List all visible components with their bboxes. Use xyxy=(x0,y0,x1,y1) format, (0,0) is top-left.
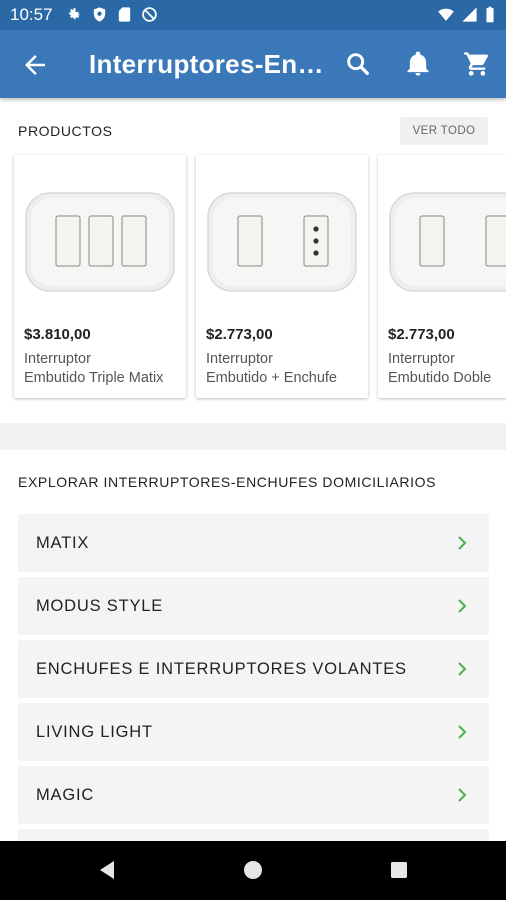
category-label: MODUS STYLE xyxy=(36,597,164,615)
shopping-cart-icon[interactable] xyxy=(463,50,491,78)
chevron-right-icon xyxy=(455,660,469,678)
products-section-title: PRODUCTOS xyxy=(18,123,113,139)
system-navigation-bar xyxy=(0,841,506,900)
chevron-right-icon xyxy=(455,597,469,615)
status-system-icons xyxy=(437,6,496,28)
app-bar: Interruptores-Enchufes Domiciliarios xyxy=(0,30,506,98)
product-name: Interruptor Embutido Triple Matix xyxy=(24,350,179,388)
product-name: Interruptor Embutido Doble xyxy=(388,350,506,388)
nav-home-icon[interactable] xyxy=(242,859,264,881)
back-arrow-icon[interactable] xyxy=(20,50,50,80)
product-name: Interruptor Embutido + Enchufe xyxy=(206,350,361,388)
product-name-line: Embutido + Enchufe xyxy=(206,370,337,386)
category-label: ENCHUFES E INTERRUPTORES VOLANTES xyxy=(36,660,407,678)
category-item-enchufes-volantes[interactable]: ENCHUFES E INTERRUPTORES VOLANTES xyxy=(18,640,489,698)
search-icon[interactable] xyxy=(344,50,372,78)
product-price: $2.773,00 xyxy=(388,326,455,343)
product-image xyxy=(378,155,506,315)
settings-icon xyxy=(66,6,83,23)
category-item-modus-style[interactable]: MODUS STYLE xyxy=(18,577,489,635)
product-name-line: Embutido Triple Matix xyxy=(24,370,164,386)
signal-icon xyxy=(461,6,478,28)
product-image xyxy=(196,155,368,315)
nav-recents-icon[interactable] xyxy=(388,859,410,881)
notifications-bell-icon[interactable] xyxy=(404,50,432,78)
product-card[interactable]: $2.773,00 Interruptor Embutido + Enchufe xyxy=(196,155,368,398)
category-item-living-light[interactable]: LIVING LIGHT xyxy=(18,703,489,761)
no-sync-icon xyxy=(141,6,158,23)
page-title: Interruptores-Enchufes Domiciliarios xyxy=(89,49,329,79)
status-time: 10:57 xyxy=(10,5,53,24)
products-carousel[interactable]: $3.810,00 Interruptor Embutido Triple Ma… xyxy=(0,153,506,403)
category-item-partial[interactable] xyxy=(18,829,489,841)
product-name-line: Interruptor xyxy=(206,351,273,367)
category-item-magic[interactable]: MAGIC xyxy=(18,766,489,824)
section-divider xyxy=(0,423,506,450)
product-price: $3.810,00 xyxy=(24,326,91,343)
product-image xyxy=(14,155,186,315)
chevron-right-icon xyxy=(455,723,469,741)
category-label: MAGIC xyxy=(36,786,95,804)
sd-card-icon xyxy=(116,6,133,23)
product-name-line: Interruptor xyxy=(24,351,91,367)
product-name-line: Embutido Doble xyxy=(388,370,492,386)
chevron-right-icon xyxy=(455,786,469,804)
product-card[interactable]: $2.773,00 Interruptor Embutido Doble xyxy=(378,155,506,398)
battery-icon xyxy=(484,6,496,28)
status-bar: 10:57 xyxy=(0,0,506,30)
category-item-matix[interactable]: MATIX xyxy=(18,514,489,572)
explore-section-title: EXPLORAR INTERRUPTORES-ENCHUFES DOMICILI… xyxy=(18,474,437,490)
category-label: LIVING LIGHT xyxy=(36,723,153,741)
product-card[interactable]: $3.810,00 Interruptor Embutido Triple Ma… xyxy=(14,155,186,398)
chevron-right-icon xyxy=(455,534,469,552)
shield-icon xyxy=(91,6,108,23)
wifi-icon xyxy=(437,6,455,28)
product-price: $2.773,00 xyxy=(206,326,273,343)
nav-back-icon[interactable] xyxy=(96,859,118,881)
category-label: MATIX xyxy=(36,534,90,552)
ver-todo-button[interactable]: VER TODO xyxy=(400,117,488,145)
status-notification-icons xyxy=(66,6,158,23)
product-name-line: Interruptor xyxy=(388,351,455,367)
